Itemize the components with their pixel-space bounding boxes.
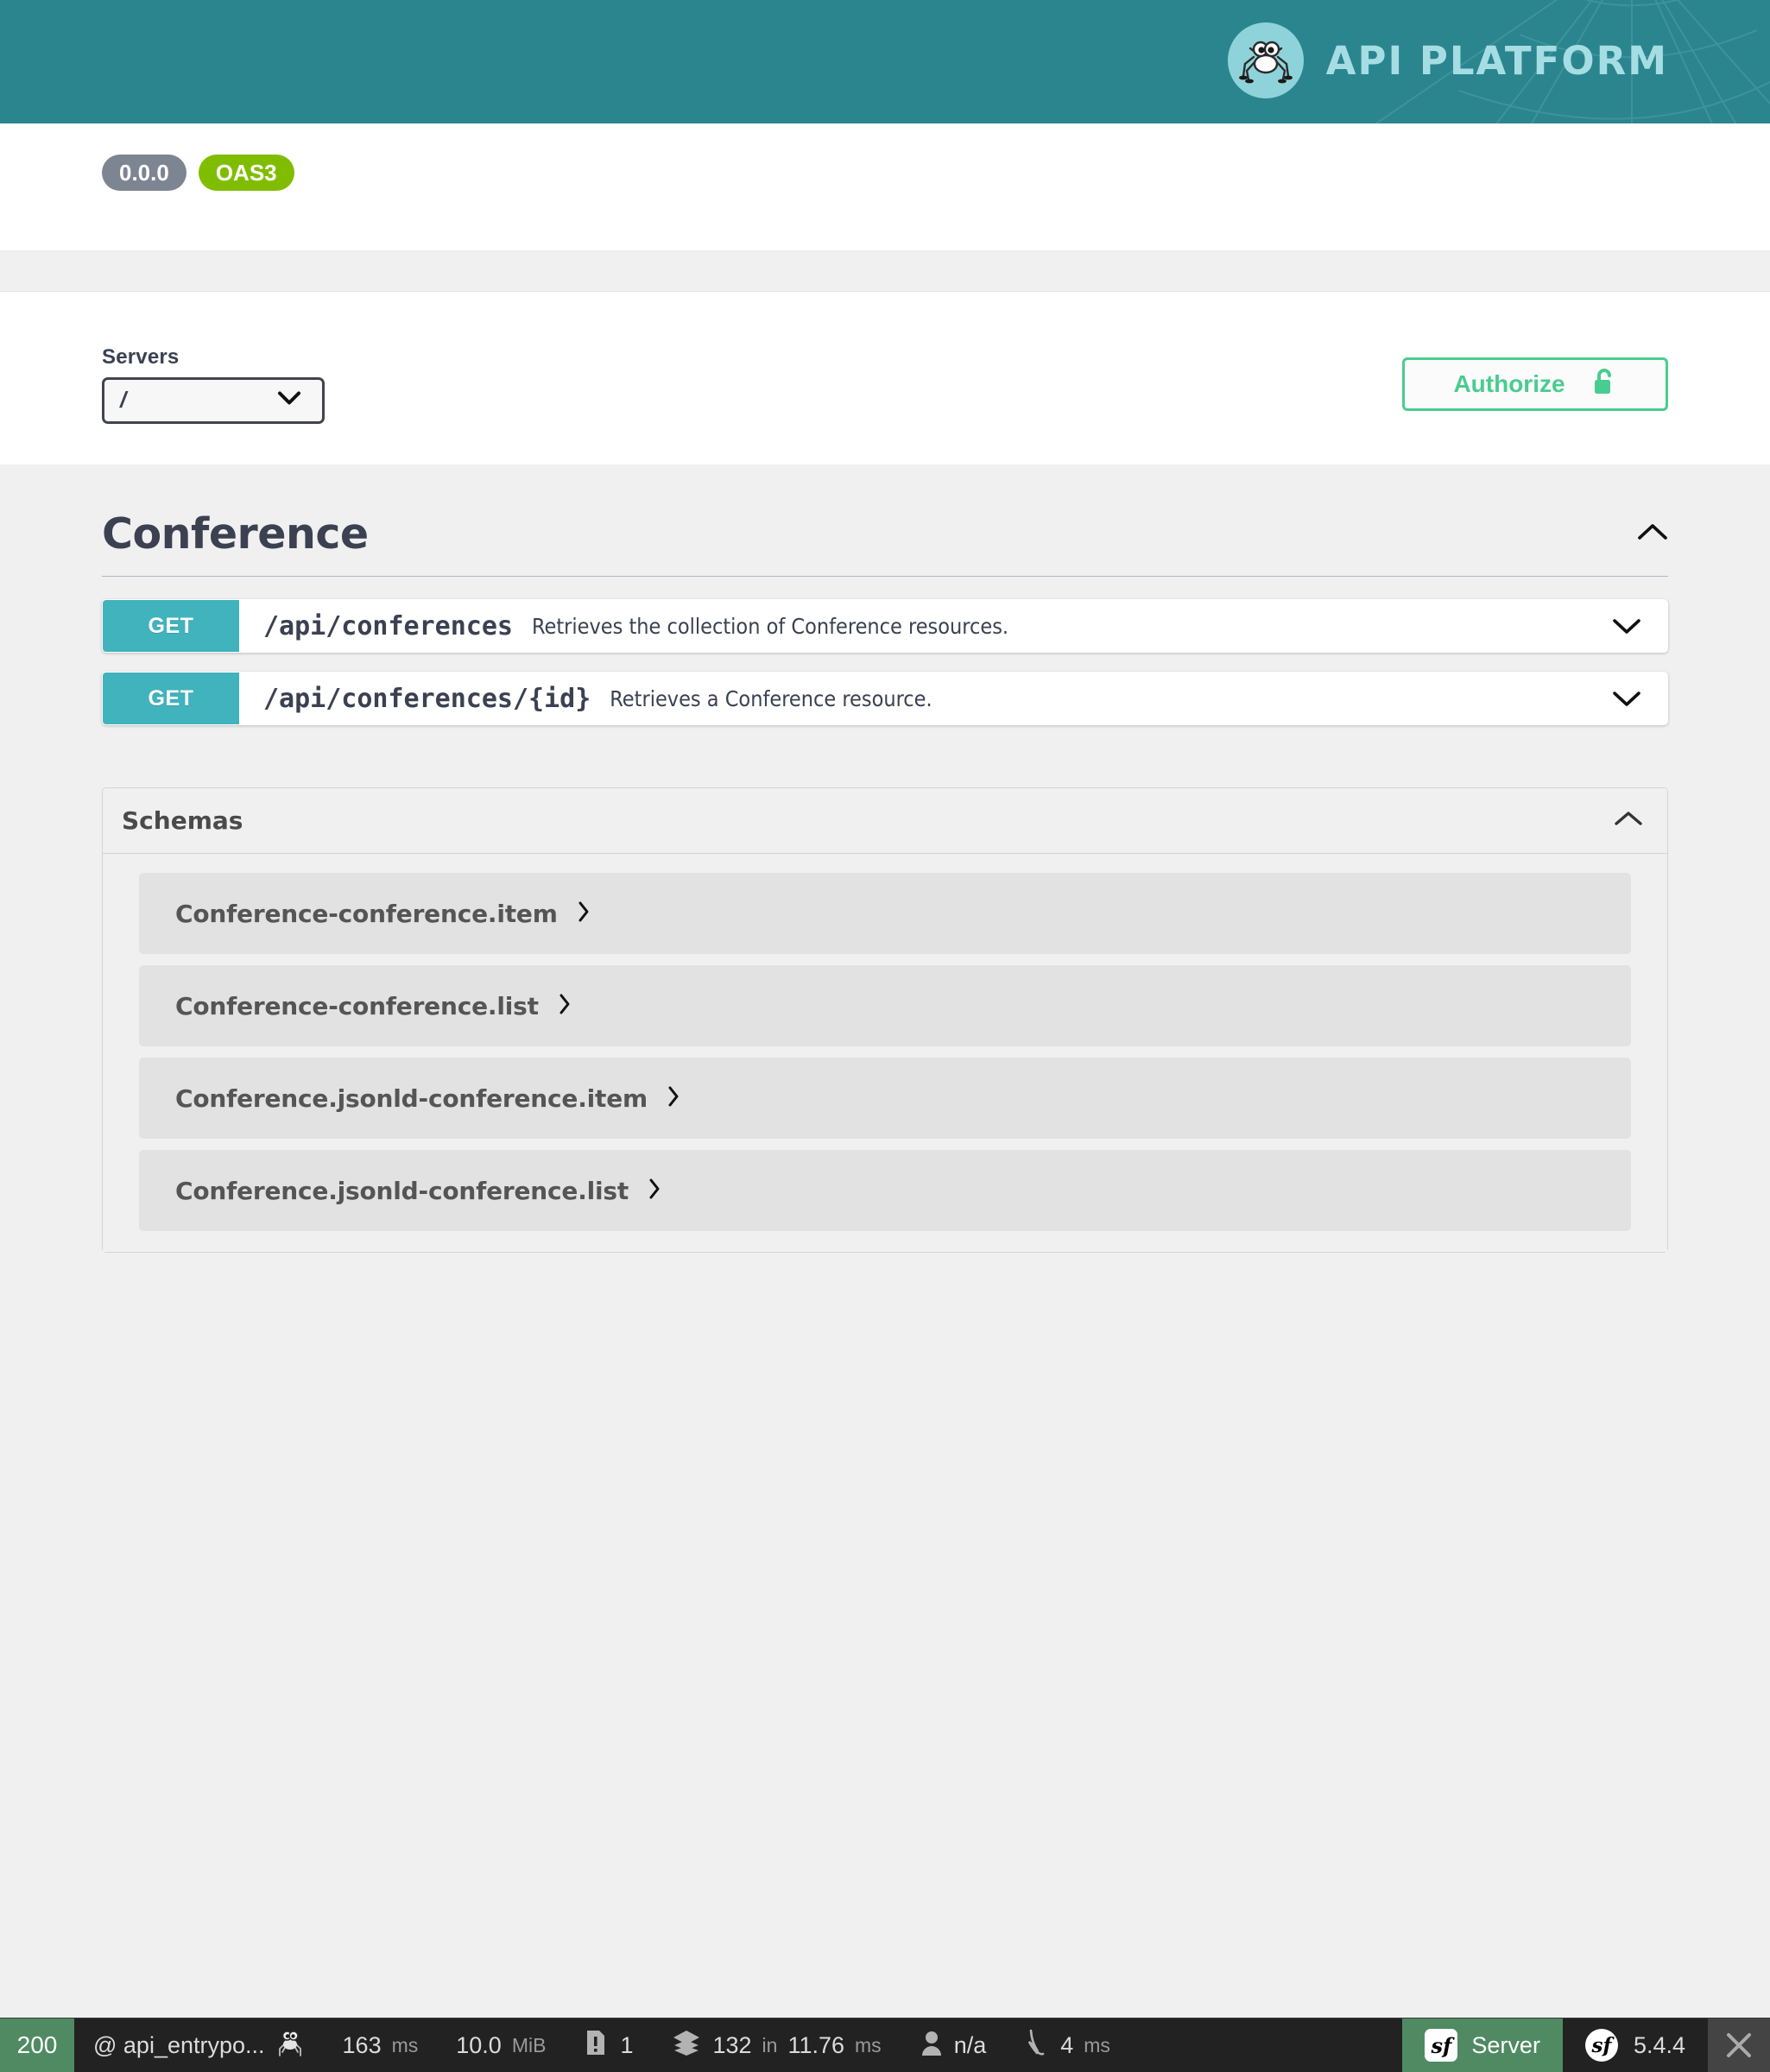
spider-icon (1228, 22, 1304, 98)
chevron-down-icon (277, 390, 301, 410)
http-status-badge[interactable]: 200 (0, 2018, 74, 2072)
symfony-badge-icon: sf (1585, 2029, 1618, 2062)
request-time-unit: ms (392, 2034, 419, 2057)
database-count: 132 (712, 2032, 751, 2059)
twig-item[interactable]: 4 ms (1005, 2018, 1129, 2072)
authorize-label: Authorize (1453, 370, 1565, 398)
servers-selected-value: / (120, 387, 126, 414)
exception-icon (584, 2028, 610, 2063)
route-item[interactable]: @ api_entrypo... (74, 2018, 324, 2072)
exception-count: 1 (620, 2032, 633, 2059)
twig-icon (1024, 2028, 1050, 2063)
memory-value: 10.0 (456, 2032, 502, 2059)
database-time: 11.76 (787, 2032, 844, 2059)
api-info-section: 0.0.0 OAS3 (0, 123, 1770, 251)
security-user-item[interactable]: n/a (901, 2018, 1006, 2072)
schemas-list: Conference-conference.item Conference-co… (103, 854, 1667, 1252)
user-value: n/a (954, 2032, 987, 2059)
servers-block: Servers / (102, 345, 325, 424)
operation-row[interactable]: GET /api/conferences Retrieves the colle… (102, 599, 1668, 653)
schema-name: Conference-conference.list (175, 992, 539, 1020)
close-icon[interactable] (1708, 2018, 1770, 2072)
operation-path: /api/conferences (263, 611, 513, 641)
chevron-up-icon[interactable] (1637, 522, 1668, 546)
servers-authorize-bar: Servers / Authorize (0, 292, 1770, 464)
operation-path: /api/conferences/{id} (263, 684, 591, 714)
schema-item[interactable]: Conference-conference.list (139, 965, 1631, 1046)
request-time-item[interactable]: 163 ms (324, 2018, 438, 2072)
method-badge: GET (103, 673, 239, 724)
twig-value: 4 (1060, 2032, 1073, 2059)
request-time-value: 163 (343, 2032, 382, 2059)
schema-name: Conference-conference.item (175, 900, 558, 928)
exception-item[interactable]: 1 (565, 2018, 652, 2072)
database-in-label: in (762, 2034, 778, 2057)
twig-unit: ms (1084, 2034, 1110, 2057)
brand-lockup: API PLATFORM (1228, 22, 1668, 98)
chevron-down-icon[interactable] (1612, 600, 1667, 652)
section-divider (0, 251, 1770, 292)
schemas-panel: Schemas Conference-conference.item (102, 787, 1668, 1253)
operation-row[interactable]: GET /api/conferences/{id} Retrieves a Co… (102, 672, 1668, 725)
route-label: @ api_entrypo... (93, 2032, 265, 2059)
method-badge: GET (103, 600, 239, 652)
operation-description: Retrieves a Conference resource. (610, 686, 932, 711)
server-item[interactable]: sf Server (1402, 2018, 1563, 2072)
schema-name: Conference.jsonld-conference.item (175, 1084, 648, 1113)
tag-section-conference[interactable]: Conference (102, 464, 1668, 577)
schema-item[interactable]: Conference-conference.item (139, 873, 1631, 954)
server-label: Server (1471, 2032, 1540, 2059)
brand-title: API PLATFORM (1326, 38, 1668, 84)
chevron-up-icon[interactable] (1614, 810, 1643, 831)
chevron-down-icon[interactable] (1612, 673, 1667, 724)
page-title: Conference (102, 509, 369, 559)
chevron-right-icon (558, 993, 572, 1020)
chevron-right-icon (648, 1178, 661, 1204)
toolbar-spacer (1129, 2018, 1402, 2072)
schema-item[interactable]: Conference.jsonld-conference.list (139, 1150, 1631, 1231)
symfony-version-item[interactable]: sf 5.4.4 (1563, 2018, 1708, 2072)
swagger-ui-page: API PLATFORM 0.0.0 OAS3 Servers / (0, 0, 1770, 2072)
oas-badge: OAS3 (199, 155, 294, 191)
chevron-right-icon (577, 900, 591, 927)
authorize-button[interactable]: Authorize (1402, 357, 1668, 411)
user-icon (920, 2028, 944, 2063)
schemas-header[interactable]: Schemas (103, 788, 1667, 854)
servers-select[interactable]: / (102, 377, 325, 424)
symfony-logo-icon: sf (1425, 2029, 1457, 2062)
database-time-unit: ms (855, 2034, 882, 2057)
api-platform-header: API PLATFORM (0, 0, 1770, 123)
main-content: Conference GET /api/conferences Retrieve… (0, 464, 1770, 1984)
database-item[interactable]: 132 in 11.76 ms (652, 2018, 900, 2072)
schemas-title: Schemas (122, 806, 243, 835)
operation-description: Retrieves the collection of Conference r… (532, 614, 1008, 639)
badge-row: 0.0.0 OAS3 (102, 155, 1770, 191)
servers-label: Servers (102, 345, 325, 370)
spider-icon (275, 2027, 305, 2064)
memory-unit: MiB (512, 2034, 547, 2057)
schema-name: Conference.jsonld-conference.list (175, 1177, 629, 1205)
database-icon (671, 2028, 702, 2063)
schema-item[interactable]: Conference.jsonld-conference.item (139, 1058, 1631, 1139)
memory-item[interactable]: 10.0 MiB (437, 2018, 565, 2072)
symfony-version: 5.4.4 (1634, 2032, 1685, 2059)
unlock-icon (1591, 367, 1617, 402)
operations-list: GET /api/conferences Retrieves the colle… (102, 577, 1668, 725)
symfony-debug-toolbar: 200 @ api_entrypo... (0, 2018, 1770, 2072)
version-badge: 0.0.0 (102, 155, 186, 191)
chevron-right-icon (667, 1085, 680, 1112)
